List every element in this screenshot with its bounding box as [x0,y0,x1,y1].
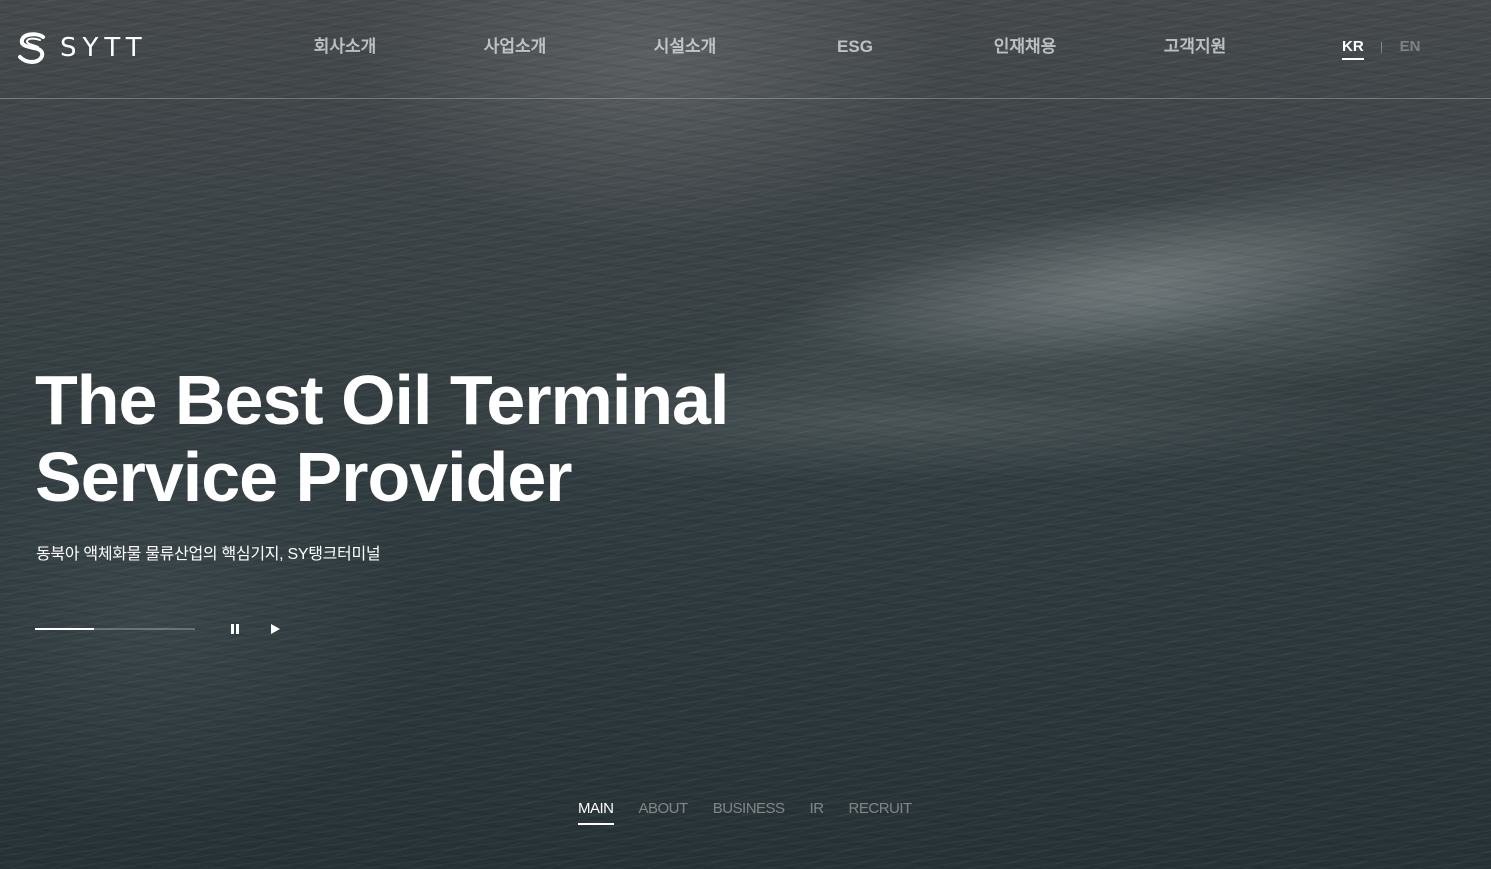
lang-kr-link[interactable]: KR [1342,38,1364,60]
hero-title-line-1: The Best Oil Terminal [35,361,729,439]
boat-wake [694,108,1491,442]
section-nav-main[interactable]: MAIN [578,800,614,825]
lang-en-link[interactable]: EN [1400,38,1421,60]
hero-section: SYTT 회사소개 사업소개 시설소개 ESG 인재채용 고객지원 KR EN … [0,0,1491,869]
nav-item-company[interactable]: 회사소개 [260,36,430,58]
nav-item-esg[interactable]: ESG [770,36,940,58]
nav-item-support[interactable]: 고객지원 [1110,36,1280,58]
section-nav-ir[interactable]: IR [810,800,825,825]
hero-title: The Best Oil Terminal Service Provider [35,361,729,516]
hero-title-line-2: Service Provider [35,438,573,516]
sytt-s-logo-icon [18,32,45,65]
nav-item-facilities[interactable]: 시설소개 [600,36,770,58]
slide-progress-fill [35,628,95,630]
hero-subtitle: 동북아 액체화물 물류산업의 핵심기지, SY탱크터미널 [36,546,381,563]
pause-button[interactable] [225,619,245,639]
section-nav-recruit[interactable]: RECRUIT [849,800,913,825]
lang-divider [1380,41,1382,53]
play-button[interactable] [265,619,285,639]
play-icon [271,624,280,634]
section-navigation: MAIN ABOUT BUSINESS IR RECRUIT [578,800,912,825]
language-switcher: KR EN [1342,38,1421,60]
pause-icon [231,624,239,634]
nav-item-business[interactable]: 사업소개 [430,36,600,58]
slide-progress-bar [35,628,195,630]
site-header: SYTT 회사소개 사업소개 시설소개 ESG 인재채용 고객지원 KR EN [0,0,1491,99]
logo-text: SYTT [60,33,148,63]
main-navigation: 회사소개 사업소개 시설소개 ESG 인재채용 고객지원 [260,36,1280,58]
section-nav-business[interactable]: BUSINESS [713,800,785,825]
section-nav-about[interactable]: ABOUT [639,800,689,825]
nav-item-recruit[interactable]: 인재채용 [940,36,1110,58]
logo-link[interactable]: SYTT [16,31,148,65]
